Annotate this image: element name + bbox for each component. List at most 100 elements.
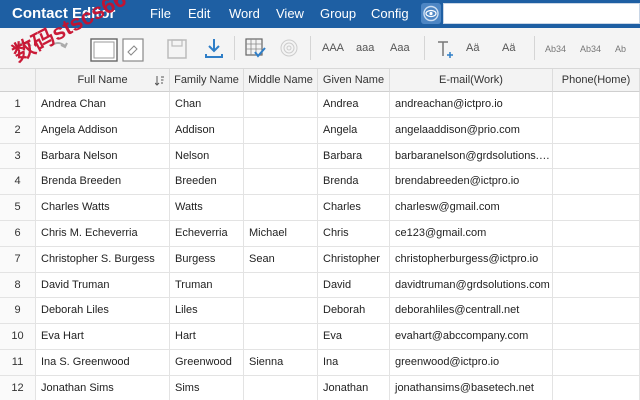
menu-word[interactable]: Word (229, 6, 260, 21)
table-row[interactable]: 1 Andrea Chan Chan Andrea andreachan@ictpro.… (0, 92, 640, 118)
cell-phone-home[interactable] (553, 143, 640, 169)
cell-email-work[interactable]: christopherburgess@ictpro.io (390, 246, 553, 272)
cell-row-number[interactable]: 12 (0, 375, 36, 400)
table-row[interactable]: 8 David Truman Truman David davidtruman@grds… (0, 272, 640, 299)
cell-email-work[interactable]: barbaranelson@grdsolutions.c... (390, 143, 553, 169)
cell-phone-home[interactable] (553, 298, 640, 324)
menu-file[interactable]: File (150, 6, 171, 21)
cell-family-name[interactable]: Greenwood (170, 350, 244, 375)
cell-given-name[interactable]: Barbara (318, 143, 390, 169)
cell-email-work[interactable]: charlesw@gmail.com (390, 195, 553, 220)
cell-email-work[interactable]: jonathansims@basetech.net (390, 375, 553, 400)
cell-phone-home[interactable] (553, 324, 640, 349)
header-middle-name[interactable]: Middle Name (244, 69, 318, 92)
cell-phone-home[interactable] (553, 195, 640, 220)
cell-email-work[interactable]: angelaaddison@prio.com (390, 117, 553, 143)
table-row[interactable]: 10 Eva Hart Hart Eva evahart@abccompany.com (0, 324, 640, 350)
table-row[interactable]: 11 Ina S. Greenwood Greenwood Sienna Ina gree… (0, 350, 640, 376)
cell-family-name[interactable]: Addison (170, 117, 244, 143)
cell-full-name[interactable]: Ina S. Greenwood (36, 350, 170, 375)
cell-full-name[interactable]: Eva Hart (36, 324, 170, 349)
cell-email-work[interactable]: greenwood@ictpro.io (390, 350, 553, 375)
cell-row-number[interactable]: 7 (0, 246, 36, 272)
header-full-name[interactable]: Full Name (36, 69, 170, 92)
cell-middle-name[interactable] (244, 169, 318, 195)
cell-full-name[interactable]: Angela Addison (36, 117, 170, 143)
cell-full-name[interactable]: Barbara Nelson (36, 143, 170, 169)
cell-email-work[interactable]: ce123@gmail.com (390, 221, 553, 246)
cell-phone-home[interactable] (553, 92, 640, 117)
cell-middle-name[interactable]: Sienna (244, 350, 318, 375)
table-row[interactable]: 3 Barbara Nelson Nelson Barbara barbaranelso… (0, 143, 640, 170)
cell-family-name[interactable]: Chan (170, 92, 244, 117)
header-phone-home[interactable]: Phone(Home) (553, 69, 640, 92)
table-row[interactable]: 12 Jonathan Sims Sims Jonathan jonathansims@… (0, 375, 640, 400)
cell-family-name[interactable]: Hart (170, 324, 244, 349)
cell-phone-home[interactable] (553, 169, 640, 195)
format-button-1[interactable]: Aä (466, 42, 479, 54)
cell-phone-home[interactable] (553, 117, 640, 143)
fingerprint-button[interactable] (278, 37, 300, 63)
cell-family-name[interactable]: Echeverria (170, 221, 244, 246)
cell-given-name[interactable]: Charles (318, 195, 390, 220)
cell-email-work[interactable]: davidtruman@grdsolutions.com (390, 272, 553, 298)
header-email-work[interactable]: E-mail(Work) (390, 69, 553, 92)
cell-full-name[interactable]: David Truman (36, 272, 170, 298)
cell-given-name[interactable]: Chris (318, 221, 390, 246)
cell-full-name[interactable]: Charles Watts (36, 195, 170, 220)
view-toggle-button[interactable] (421, 3, 441, 24)
menu-group[interactable]: Group (320, 6, 356, 21)
cell-email-work[interactable]: deborahliles@centrall.net (390, 298, 553, 324)
number-format-button-3[interactable]: Ab (615, 44, 626, 54)
cell-family-name[interactable]: Truman (170, 272, 244, 298)
cell-given-name[interactable]: Eva (318, 324, 390, 349)
cell-family-name[interactable]: Burgess (170, 246, 244, 272)
header-family-name[interactable]: Family Name (170, 69, 244, 92)
cell-full-name[interactable]: Brenda Breeden (36, 169, 170, 195)
cell-given-name[interactable]: David (318, 272, 390, 298)
save-button[interactable] (166, 38, 188, 64)
search-input[interactable] (443, 3, 640, 24)
cell-given-name[interactable]: Christopher (318, 246, 390, 272)
cell-given-name[interactable]: Brenda (318, 169, 390, 195)
cell-full-name[interactable]: Andrea Chan (36, 92, 170, 117)
table-row[interactable]: 5 Charles Watts Watts Charles charlesw@gmail… (0, 195, 640, 221)
format-button-2[interactable]: Aä (502, 42, 515, 54)
menu-edit[interactable]: Edit (188, 6, 210, 21)
cell-phone-home[interactable] (553, 272, 640, 298)
cell-middle-name[interactable]: Sean (244, 246, 318, 272)
cell-middle-name[interactable] (244, 92, 318, 117)
table-row[interactable]: 9 Deborah Liles Liles Deborah deborahliles@c… (0, 298, 640, 325)
cell-family-name[interactable]: Watts (170, 195, 244, 220)
cell-full-name[interactable]: Deborah Liles (36, 298, 170, 324)
insert-text-button[interactable] (434, 38, 456, 64)
cell-phone-home[interactable] (553, 246, 640, 272)
cell-row-number[interactable]: 6 (0, 221, 36, 246)
cell-given-name[interactable]: Angela (318, 117, 390, 143)
cell-phone-home[interactable] (553, 221, 640, 246)
cell-given-name[interactable]: Deborah (318, 298, 390, 324)
cell-given-name[interactable]: Jonathan (318, 375, 390, 400)
cell-middle-name[interactable] (244, 143, 318, 169)
number-format-button-2[interactable]: Ab34 (580, 44, 601, 54)
cell-full-name[interactable]: Jonathan Sims (36, 375, 170, 400)
cell-family-name[interactable]: Nelson (170, 143, 244, 169)
titlecase-button[interactable]: Aaa (390, 42, 410, 54)
menu-view[interactable]: View (276, 6, 304, 21)
cell-middle-name[interactable] (244, 324, 318, 349)
cell-family-name[interactable]: Liles (170, 298, 244, 324)
export-button[interactable] (202, 36, 226, 62)
cell-email-work[interactable]: brendabreeden@ictpro.io (390, 169, 553, 195)
cell-middle-name[interactable] (244, 195, 318, 220)
cell-given-name[interactable]: Ina (318, 350, 390, 375)
lowercase-button[interactable]: aaa (356, 42, 374, 54)
cell-row-number[interactable]: 9 (0, 298, 36, 324)
cell-row-number[interactable]: 11 (0, 350, 36, 375)
table-row[interactable]: 4 Brenda Breeden Breeden Brenda brendabreede… (0, 169, 640, 196)
menu-config[interactable]: Config (371, 6, 409, 21)
cell-row-number[interactable]: 10 (0, 324, 36, 349)
cell-full-name[interactable]: Chris M. Echeverria (36, 221, 170, 246)
edit-contact-button[interactable] (122, 38, 144, 64)
cell-given-name[interactable]: Andrea (318, 92, 390, 117)
cell-full-name[interactable]: Christopher S. Burgess (36, 246, 170, 272)
